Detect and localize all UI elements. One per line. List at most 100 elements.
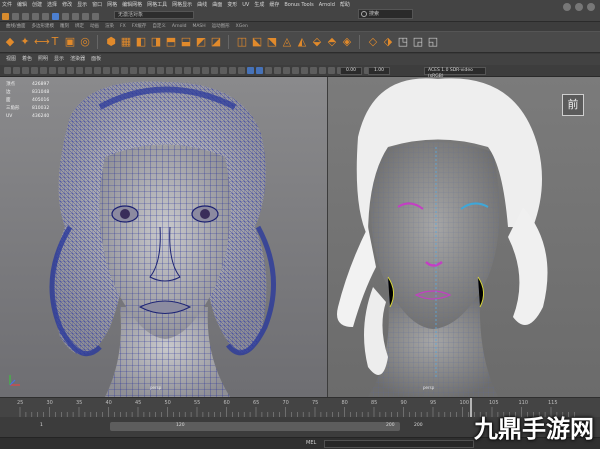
color-space-select[interactable]: ACES 1.0 SDR-video (sRGB) (424, 67, 486, 79)
panel-tool-icon[interactable] (184, 67, 191, 74)
quad-draw-icon[interactable]: ◭ (296, 35, 308, 49)
text-icon[interactable]: ⬢ (105, 35, 117, 49)
panel-menu-item[interactable]: 照明 (38, 54, 48, 65)
mirror-icon[interactable]: ⬘ (326, 35, 338, 49)
menu-item[interactable]: Bonus Tools (284, 1, 313, 10)
multi-cut-icon[interactable]: ⬕ (251, 35, 263, 49)
menu-item[interactable]: 曲面 (212, 1, 222, 10)
menu-item[interactable]: 缓存 (269, 1, 279, 10)
shelf-tab[interactable]: 雕刻 (60, 22, 69, 31)
panel-tool-icon[interactable] (247, 67, 254, 74)
menu-item[interactable]: 显示 (77, 1, 87, 10)
bridge-icon[interactable]: ⬓ (180, 35, 192, 49)
viewport-area[interactable]: 顶点 426897 边 831048 面 405016 三角形 810032 UV 436240 … (0, 77, 600, 397)
panel-tool-icon[interactable] (283, 67, 290, 74)
help-icon[interactable] (587, 3, 595, 11)
sphere-icon[interactable]: ◆ (4, 35, 16, 49)
reduce-icon[interactable]: ◇ (367, 35, 379, 49)
shelf-tab[interactable]: 渲染 (105, 22, 114, 31)
range-start-field[interactable]: 120 (176, 423, 185, 430)
playhead[interactable] (470, 398, 472, 418)
panel-tool-icon[interactable] (328, 67, 335, 74)
panel-tool-icon[interactable] (310, 67, 317, 74)
menu-item[interactable]: Arnold (319, 1, 335, 10)
panel-tool-icon[interactable] (4, 67, 11, 74)
menu-item[interactable]: 编辑 (17, 1, 27, 10)
panel-tool-icon[interactable] (31, 67, 38, 74)
select-mode-icon[interactable] (52, 12, 59, 20)
search-input[interactable]: 搜索 (358, 9, 413, 19)
range-end-field[interactable]: 200 (386, 423, 395, 430)
panel-tool-icon[interactable] (49, 67, 56, 74)
panel-tool-icon[interactable] (85, 67, 92, 74)
menu-item[interactable]: 修改 (62, 1, 72, 10)
smooth-icon[interactable]: ◈ (341, 35, 353, 49)
shelf-tab[interactable]: 多边形建模 (32, 22, 55, 31)
mel-tab[interactable]: MEL (306, 440, 316, 446)
shelf-tab[interactable]: FX缓存 (132, 22, 147, 31)
panel-tool-icon[interactable] (94, 67, 101, 74)
menu-item[interactable]: 编辑网格 (122, 1, 142, 10)
panel-tool-icon[interactable] (157, 67, 164, 74)
append-icon[interactable]: ◫ (236, 35, 248, 49)
shelf-tab[interactable]: 运动图形 (212, 22, 230, 31)
shelf-tab[interactable]: Arnold (172, 22, 187, 31)
shelf-tab[interactable]: MASH (192, 22, 205, 31)
uv-layout-icon[interactable]: ◱ (427, 35, 439, 49)
panel-menu-item[interactable]: 显示 (54, 54, 64, 65)
panel-tool-icon[interactable] (76, 67, 83, 74)
time-slider[interactable]: 25 30 35 40 45 50 55 60 65 70 75 80 85 90 95 100 105 110 1… (0, 397, 600, 418)
panel-menu-item[interactable]: 渲染器 (70, 54, 85, 65)
torus-icon[interactable]: ◎ (79, 35, 91, 49)
panel-tool-icon[interactable] (22, 67, 29, 74)
panel-tool-icon[interactable] (202, 67, 209, 74)
combine-icon[interactable]: ◧ (135, 35, 147, 49)
user-icon[interactable] (563, 3, 571, 11)
shelf-tab[interactable]: 绑定 (75, 22, 84, 31)
panel-tool-icon[interactable] (58, 67, 65, 74)
save-scene-icon[interactable] (22, 12, 29, 20)
menu-item[interactable]: 选择 (47, 1, 57, 10)
panel-menu-item[interactable]: 视图 (6, 54, 16, 65)
panel-tool-icon[interactable] (238, 67, 245, 74)
menu-item[interactable]: 生成 (254, 1, 264, 10)
panel-tool-icon[interactable] (301, 67, 308, 74)
panel-tool-icon[interactable] (211, 67, 218, 74)
panel-tool-icon[interactable] (193, 67, 200, 74)
panel-tool-icon[interactable] (13, 67, 20, 74)
shelf-tab[interactable]: 自定义 (152, 22, 166, 31)
snap-curve-icon[interactable] (72, 12, 79, 20)
undo-icon[interactable] (32, 12, 39, 20)
start-frame-field[interactable]: 1 (40, 423, 43, 430)
fill-icon[interactable]: ◪ (210, 35, 222, 49)
snap-point-icon[interactable] (82, 12, 89, 20)
edge-loop-icon[interactable]: ⬙ (311, 35, 323, 49)
menu-item[interactable]: 文件 (2, 1, 12, 10)
render-icon[interactable] (92, 12, 99, 20)
shelf-tab[interactable]: 曲线/曲面 (6, 22, 26, 31)
panel-tool-icon[interactable] (220, 67, 227, 74)
plane-icon[interactable]: ▣ (64, 35, 76, 49)
shaded-viewport[interactable]: 前 persp (328, 77, 600, 397)
gamma-field[interactable]: 1.00 (368, 67, 390, 75)
separate-icon[interactable]: ◨ (150, 35, 162, 49)
panel-tool-icon[interactable] (274, 67, 281, 74)
panel-tool-icon[interactable] (256, 67, 263, 74)
panel-menu-item[interactable]: 面板 (91, 54, 101, 65)
panel-tool-icon[interactable] (319, 67, 326, 74)
bevel-icon[interactable]: ◩ (195, 35, 207, 49)
cylinder-icon[interactable]: ⟷ (34, 35, 50, 49)
panel-tool-icon[interactable] (229, 67, 236, 74)
exposure-field[interactable]: 0.00 (340, 67, 362, 75)
redo-icon[interactable] (42, 12, 49, 20)
panel-tool-icon[interactable] (175, 67, 182, 74)
cone-icon[interactable]: T (49, 35, 61, 49)
panel-tool-icon[interactable] (166, 67, 173, 74)
end-frame-field[interactable]: 200 (414, 423, 423, 430)
uv-unfold-icon[interactable]: ◲ (412, 35, 424, 49)
cube-icon[interactable]: ✦ (19, 35, 31, 49)
menu-item[interactable]: 帮助 (340, 1, 350, 10)
panel-tool-icon[interactable] (139, 67, 146, 74)
panel-tool-icon[interactable] (112, 67, 119, 74)
retopo-icon[interactable]: ⬗ (382, 35, 394, 49)
